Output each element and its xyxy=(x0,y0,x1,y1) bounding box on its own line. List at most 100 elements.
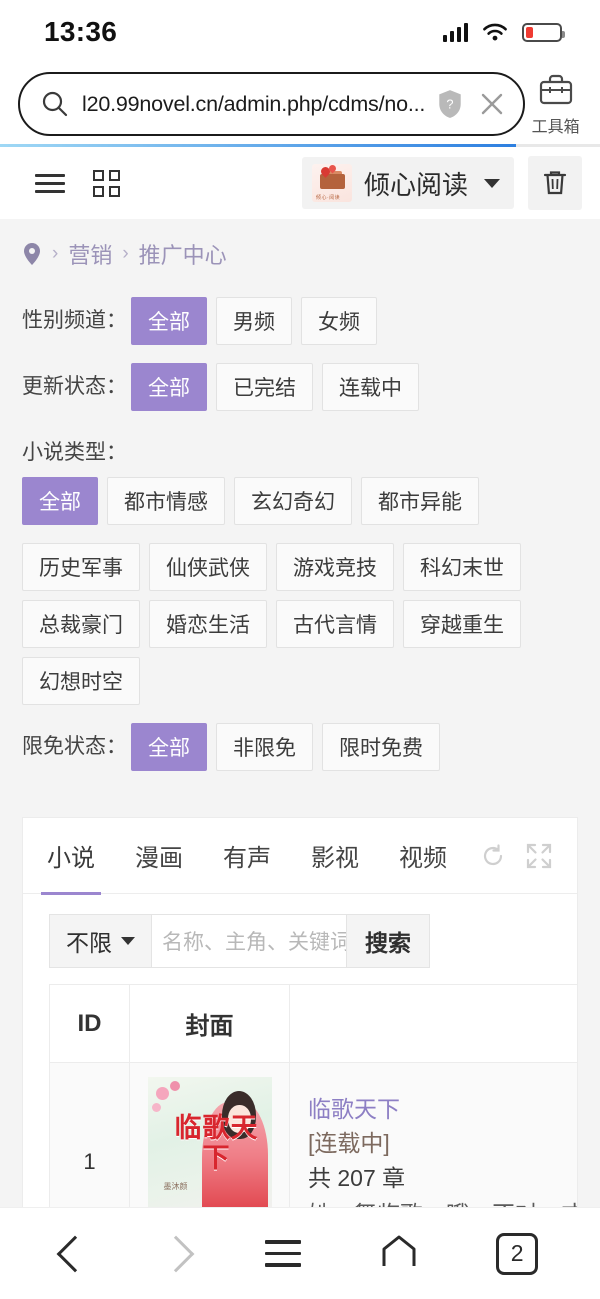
trash-icon xyxy=(543,171,567,195)
filter-chip-type-marriage-life[interactable]: 婚恋生活 xyxy=(149,600,267,648)
filter-chip-status-ongoing[interactable]: 连载中 xyxy=(322,363,419,411)
shield-question-icon[interactable]: ? xyxy=(437,89,463,119)
filter-row-free-status: 限免状态： 全部 非限免 限时免费 xyxy=(0,723,600,780)
filter-label-free-status: 限免状态： xyxy=(22,735,127,758)
svg-text:?: ? xyxy=(447,96,454,111)
filter-chips-gender: 全部 男频 女频 xyxy=(131,297,386,354)
close-icon[interactable] xyxy=(475,87,509,121)
search-row: 不限 名称、主角、关键词 搜索 xyxy=(23,894,577,984)
filter-chip-type-history-military[interactable]: 历史军事 xyxy=(22,543,140,591)
forward-button[interactable] xyxy=(158,1235,195,1272)
status-time: 13:36 xyxy=(44,16,118,47)
location-pin-icon xyxy=(24,242,40,265)
filter-chip-gender-female[interactable]: 女频 xyxy=(301,297,377,345)
tab-video[interactable]: 视频 xyxy=(379,818,467,894)
brand-logo-text: 倾心·阅读 xyxy=(315,195,341,201)
tab-novel[interactable]: 小说 xyxy=(27,818,115,895)
chevron-right-icon xyxy=(158,1235,195,1272)
browser-url-row: l20.99novel.cn/admin.php/cdms/no... ? 工具… xyxy=(0,64,600,144)
filter-chips-free-status: 全部 非限免 限时免费 xyxy=(131,723,449,780)
brand-logo-icon: 倾心·阅读 xyxy=(311,164,352,202)
book-status: [连载中] xyxy=(308,1130,390,1156)
search-scope-select[interactable]: 不限 xyxy=(49,914,151,968)
filter-chip-type-all[interactable]: 全部 xyxy=(22,477,98,525)
tab-count-button[interactable]: 2 xyxy=(496,1232,539,1275)
search-button[interactable]: 搜索 xyxy=(347,914,430,968)
filter-panel: 性别频道： 全部 男频 女频 更新状态： 全部 已完结 连载中 小说类型： 全部… xyxy=(0,289,600,817)
home-icon xyxy=(382,1235,416,1266)
filter-chip-type-urban-powers[interactable]: 都市异能 xyxy=(361,477,479,525)
status-bar: 13:36 xyxy=(0,0,600,64)
filter-chip-type-fantasy-space[interactable]: 幻想时空 xyxy=(22,657,140,705)
toolbox-label: 工具箱 xyxy=(531,118,580,136)
battery-icon xyxy=(522,22,565,42)
menu-button[interactable] xyxy=(22,169,78,198)
filter-chip-type-urban-romance[interactable]: 都市情感 xyxy=(107,477,225,525)
table-header-row: ID 封面 xyxy=(49,984,577,1063)
brand-name: 倾心阅读 xyxy=(363,169,468,200)
filter-chip-free-limited-time[interactable]: 限时免费 xyxy=(322,723,440,771)
back-button[interactable] xyxy=(56,1235,94,1272)
filter-chip-type-time-travel[interactable]: 穿越重生 xyxy=(403,600,521,648)
cover-title-art: 临歌天下 xyxy=(174,1113,259,1173)
column-header-cover: 封面 xyxy=(129,984,290,1063)
home-button[interactable] xyxy=(377,1233,421,1274)
page-content: › 营销 › 推广中心 性别频道： 全部 男频 女频 更新状态： 全部 已完结 … xyxy=(0,219,600,1299)
grid-apps-button[interactable] xyxy=(78,169,134,197)
filter-chip-type-scifi-apocalypse[interactable]: 科幻末世 xyxy=(403,543,521,591)
breadcrumb-item-promotion-center[interactable]: 推广中心 xyxy=(139,238,227,270)
fullscreen-expand-icon[interactable] xyxy=(525,842,553,870)
url-text[interactable]: l20.99novel.cn/admin.php/cdms/no... xyxy=(82,92,425,117)
breadcrumb-item-marketing[interactable]: 营销 xyxy=(68,238,112,270)
content-tabs: 小说 漫画 有声 影视 视频 xyxy=(23,818,577,895)
filter-chip-free-all[interactable]: 全部 xyxy=(131,723,207,771)
book-chapter-count: 共 207 章 xyxy=(308,1165,406,1191)
hamburger-menu-icon xyxy=(264,1240,301,1267)
filter-chip-type-game-esports[interactable]: 游戏竞技 xyxy=(276,543,394,591)
refresh-icon[interactable] xyxy=(479,842,507,870)
filter-chip-status-completed[interactable]: 已完结 xyxy=(216,363,313,411)
filter-chip-type-ancient-romance[interactable]: 古代言情 xyxy=(276,600,394,648)
filter-label-update-status: 更新状态： xyxy=(22,375,127,398)
breadcrumb-separator: › xyxy=(52,243,59,264)
briefcase-icon xyxy=(539,74,572,104)
filter-chip-gender-all[interactable]: 全部 xyxy=(131,297,207,345)
tab-actions xyxy=(479,842,559,870)
filter-chips-novel-type: 全部 都市情感 玄幻奇幻 都市异能 xyxy=(22,477,488,534)
filter-chip-gender-male[interactable]: 男频 xyxy=(216,297,292,345)
search-input[interactable]: 名称、主角、关键词 xyxy=(151,914,347,968)
filter-chip-type-fantasy[interactable]: 玄幻奇幻 xyxy=(234,477,352,525)
book-title-link[interactable]: 临歌天下 xyxy=(308,1092,577,1126)
chevron-down-icon xyxy=(121,937,135,945)
cover-author-art: 墨沐颜 xyxy=(163,1182,188,1191)
search-icon xyxy=(42,91,68,117)
search-scope-label: 不限 xyxy=(66,930,112,956)
tab-audio[interactable]: 有声 xyxy=(203,818,291,894)
filter-chip-type-xianxia-wuxia[interactable]: 仙侠武侠 xyxy=(149,543,267,591)
app-toolbar: 倾心·阅读 倾心阅读 xyxy=(0,147,600,219)
url-bar[interactable]: l20.99novel.cn/admin.php/cdms/no... ? xyxy=(18,72,526,136)
brand-dropdown[interactable]: 倾心·阅读 倾心阅读 xyxy=(301,157,514,209)
filter-row-novel-type: 小说类型： 全部 都市情感 玄幻奇幻 都市异能 xyxy=(0,429,600,534)
tab-film[interactable]: 影视 xyxy=(291,818,379,894)
filter-chip-type-ceo-mansion[interactable]: 总裁豪门 xyxy=(22,600,140,648)
browser-bottom-nav: 2 xyxy=(0,1207,600,1299)
chevron-down-icon xyxy=(484,178,500,188)
filter-chip-status-all[interactable]: 全部 xyxy=(131,363,207,411)
tab-comic[interactable]: 漫画 xyxy=(115,818,203,894)
delete-button[interactable] xyxy=(528,156,582,210)
hamburger-menu-icon xyxy=(35,169,65,198)
toolbox-button[interactable]: 工具箱 xyxy=(525,72,586,137)
filter-chip-free-not-limited[interactable]: 非限免 xyxy=(216,723,313,771)
breadcrumb-separator-2: › xyxy=(122,243,129,264)
column-header-id: ID xyxy=(49,984,130,1063)
grid-apps-icon xyxy=(92,169,120,197)
column-header-info xyxy=(289,984,577,1063)
page-load-progress xyxy=(0,144,600,147)
chevron-left-icon xyxy=(56,1235,94,1272)
filter-label-gender: 性别频道： xyxy=(22,309,127,332)
cellular-signal-icon xyxy=(442,22,468,42)
status-indicators xyxy=(442,22,565,43)
filter-row-gender: 性别频道： 全部 男频 女频 xyxy=(0,297,600,354)
browser-menu-button[interactable] xyxy=(264,1232,301,1275)
